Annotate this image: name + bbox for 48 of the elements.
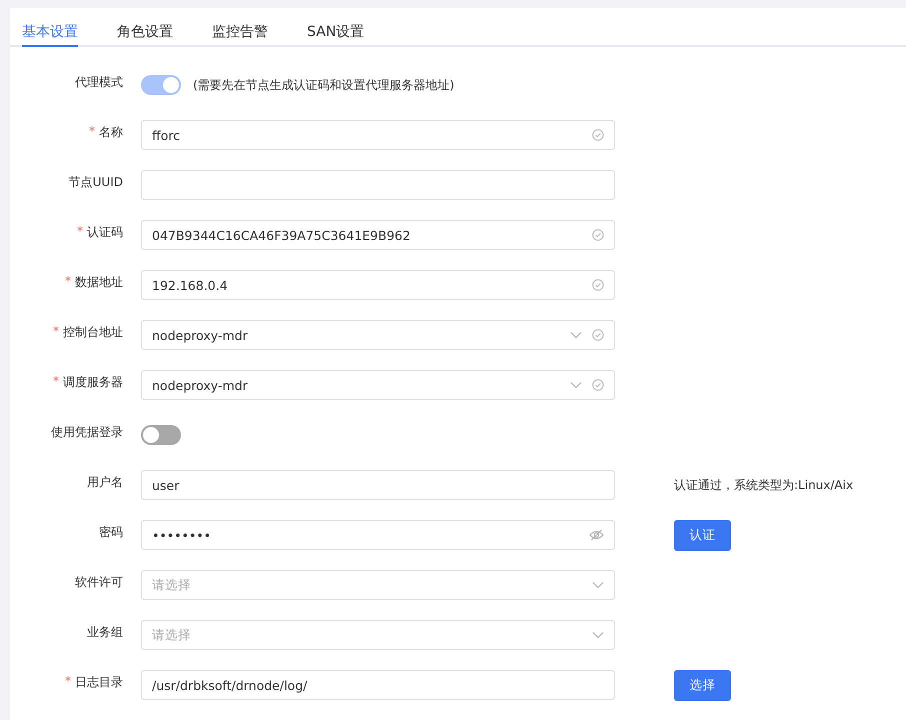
field-label: 认证码 xyxy=(87,224,123,240)
field-label: 使用凭据登录 xyxy=(51,424,123,440)
select-field[interactable]: nodeproxy-mdr xyxy=(141,320,615,350)
chevron-down-icon xyxy=(570,381,582,389)
required-asterisk: * xyxy=(77,224,83,240)
check-circle-icon xyxy=(592,279,604,291)
tab[interactable]: SAN设置 xyxy=(307,8,364,47)
field-label: 名称 xyxy=(99,124,123,140)
chevron-down-icon xyxy=(592,581,604,589)
required-asterisk: * xyxy=(65,274,71,290)
action-button[interactable]: 选择 xyxy=(674,670,731,700)
field-label: 调度服务器 xyxy=(63,374,123,390)
field-label: 代理模式 xyxy=(75,74,123,90)
check-circle-icon xyxy=(592,129,604,141)
toggle-switch[interactable] xyxy=(141,425,181,445)
field-label: 控制台地址 xyxy=(63,324,123,340)
input-field[interactable] xyxy=(141,170,615,200)
toggle-switch[interactable] xyxy=(141,75,181,95)
required-asterisk: * xyxy=(53,324,59,340)
field-label: 日志目录 xyxy=(75,674,123,690)
input-field[interactable]: user xyxy=(141,470,615,500)
chevron-down-icon xyxy=(592,631,604,639)
action-button[interactable]: 认证 xyxy=(674,520,731,550)
required-asterisk: * xyxy=(65,674,71,690)
field-label: 业务组 xyxy=(87,624,123,640)
tab[interactable]: 角色设置 xyxy=(117,8,173,47)
field-label: 软件许可 xyxy=(75,574,123,590)
required-asterisk: * xyxy=(89,124,95,140)
input-field[interactable]: fforc xyxy=(141,120,615,150)
required-asterisk: * xyxy=(53,374,59,390)
select-field[interactable]: nodeproxy-mdr xyxy=(141,370,615,400)
input-field[interactable]: 047B9344C16CA46F39A75C3641E9B962 xyxy=(141,220,615,250)
field-label: 节点UUID xyxy=(68,174,123,190)
input-field[interactable]: 192.168.0.4 xyxy=(141,270,615,300)
check-circle-icon xyxy=(592,329,604,341)
password-field[interactable]: •••••••• xyxy=(141,520,615,550)
check-circle-icon xyxy=(592,229,604,241)
field-label: 密码 xyxy=(99,524,123,540)
tab[interactable]: 监控告警 xyxy=(212,8,268,47)
tab[interactable]: 基本设置 xyxy=(22,8,78,47)
check-circle-icon xyxy=(592,379,604,391)
status-text: 认证通过，系统类型为:Linux/Aix xyxy=(674,476,854,494)
chevron-down-icon xyxy=(570,331,582,339)
field-label: 数据地址 xyxy=(75,274,123,290)
input-field[interactable]: /usr/drbksoft/drnode/log/ xyxy=(141,670,615,700)
eye-slash-icon[interactable] xyxy=(589,529,604,541)
field-label: 用户名 xyxy=(87,474,123,490)
hint-text: (需要先在节点生成认证码和设置代理服务器地址) xyxy=(193,76,454,94)
